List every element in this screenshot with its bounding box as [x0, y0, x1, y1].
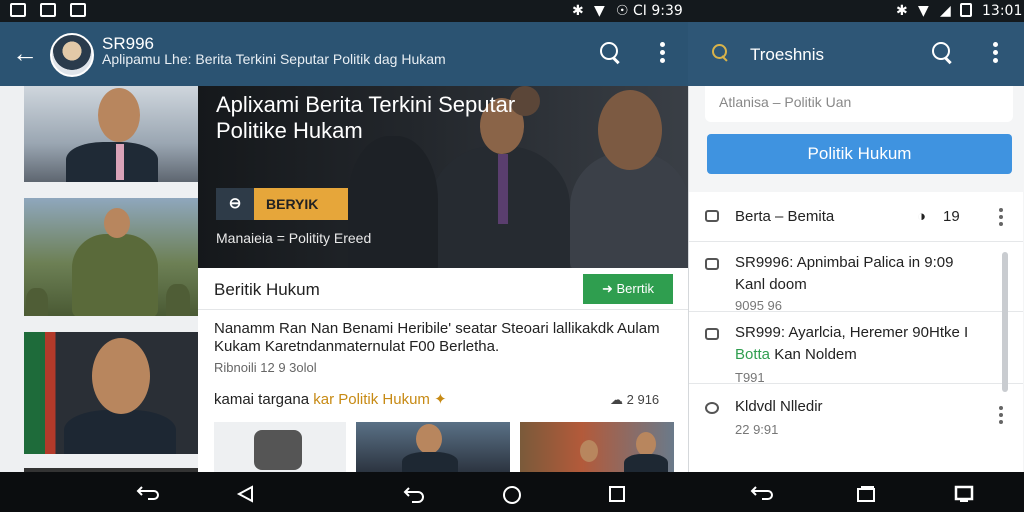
back-arrow-icon[interactable]: ← — [12, 40, 38, 66]
comment-icon: ☁ — [610, 392, 627, 407]
list-item[interactable]: SR9996: Apnimbai Palica in 9:09 Kanl doo… — [689, 242, 1023, 313]
news-thumbnail[interactable] — [24, 86, 198, 182]
article-button-label: Berrtik — [616, 281, 655, 296]
news-thumbnail[interactable] — [24, 198, 198, 316]
list-item-subtitle: Kanl doom — [735, 276, 807, 293]
hero-button[interactable]: ⊖ BERYIK — [216, 188, 348, 220]
navigation-bar — [0, 472, 1024, 512]
wifi-icon: ▼ — [918, 3, 929, 19]
lock-icon: ⊖ — [216, 188, 254, 220]
right-panel-title: Troeshnis — [750, 45, 825, 64]
list-item[interactable]: Berta – Bemita ◑ 19 — [689, 192, 1023, 242]
image-icon — [10, 3, 26, 17]
right-app-bar — [688, 22, 1024, 86]
back-triangle-icon[interactable] — [236, 485, 256, 503]
info-icon — [705, 402, 719, 414]
screen: ✱ ▼ ☉ CI 9:39 ✱ ▼ ◢ 13:01 ← SR996 Aplipa… — [0, 0, 1024, 512]
avatar[interactable] — [50, 33, 94, 77]
scrollbar[interactable] — [1002, 252, 1008, 392]
image-icon — [70, 3, 86, 17]
article-image[interactable] — [520, 422, 674, 472]
article-body: Nanamm Ran Nan Benami Heribile' seatar S… — [214, 320, 660, 355]
hero-title: Aplixami Berita Terkini Seputar Politike… — [216, 92, 516, 143]
more-vert-icon[interactable] — [999, 208, 1003, 229]
list-item-title: Berta – Bemita — [735, 208, 835, 225]
back-nav-icon[interactable] — [750, 485, 774, 501]
thumbnail-list — [0, 86, 198, 478]
search-icon[interactable] — [712, 44, 730, 62]
more-vert-icon[interactable] — [660, 42, 666, 64]
status-bar: ✱ ▼ ☉ CI 9:39 ✱ ▼ ◢ 13:01 — [0, 0, 1024, 22]
article-button[interactable]: ➜ Berrtik — [583, 274, 673, 304]
search-icon[interactable] — [600, 42, 622, 64]
list-item-title: SR9996: Apnimbai Palica in 9:09 — [735, 254, 954, 271]
battery-icon — [960, 3, 972, 17]
vibrate-icon: ✱ — [896, 3, 908, 19]
wifi-icon: ▼ — [594, 3, 605, 19]
screen-icon[interactable] — [954, 485, 974, 503]
list-item-count: 19 — [943, 208, 960, 225]
more-vert-icon[interactable] — [993, 42, 999, 64]
tagline-accent[interactable]: kar Politik Hukum — [313, 391, 430, 408]
comment-count[interactable]: ☁ 2 916 — [610, 392, 659, 408]
home-icon[interactable] — [502, 485, 522, 505]
view-icon: ◑ — [917, 208, 927, 225]
search-field[interactable]: Atlanisa – Politik Uan — [705, 86, 1013, 122]
folder-icon — [705, 210, 719, 222]
message-icon — [705, 258, 719, 270]
status-center-text: ☉ CI 9:39 — [616, 3, 683, 19]
list-item-meta: 9095 96 — [735, 298, 782, 313]
hero-button-label: BERYIK — [266, 196, 319, 212]
more-vert-icon[interactable] — [999, 406, 1003, 427]
article-meta: Ribnoili 12 9 3olol — [214, 360, 317, 375]
hero-banner[interactable]: Aplixami Berita Terkini Seputar Politike… — [198, 86, 688, 268]
news-list: Berta – Bemita ◑ 19 SR9996: Apnimbai Pal… — [689, 192, 1023, 472]
back-nav-icon[interactable] — [136, 485, 160, 501]
tagline-prefix: kamai targana — [214, 391, 310, 408]
article-image[interactable] — [356, 422, 510, 472]
window-icon[interactable] — [856, 485, 876, 503]
article-image[interactable] — [214, 422, 346, 472]
bluetooth-icon: ✱ — [572, 3, 584, 19]
article-title: Beritik Hukum — [214, 280, 320, 299]
list-item-subtitle: Botta Kan Noldem — [735, 346, 857, 363]
list-item[interactable]: Kldvdl Nlledir 22 9:91 — [689, 384, 1023, 454]
list-item-title: SR999: Ayarlcia, Heremer 90Htke I — [735, 324, 969, 341]
hero-caption: Manaieia = Politity Ereed — [216, 230, 372, 246]
list-item-title: Kldvdl Nlledir — [735, 398, 823, 415]
search-icon[interactable] — [932, 42, 954, 64]
clock: 13:01 — [982, 3, 1023, 19]
signal-icon: ◢ — [940, 3, 951, 19]
politik-hukum-button[interactable]: Politik Hukum — [707, 134, 1012, 174]
star-icon: ✦ — [434, 391, 447, 408]
list-item[interactable]: SR999: Ayarlcia, Heremer 90Htke I Botta … — [689, 312, 1023, 385]
article-card: Beritik Hukum ➜ Berrtik Nanamm Ran Nan B… — [198, 268, 688, 472]
return-icon[interactable] — [402, 485, 426, 503]
arrow-right-icon: ➜ — [601, 281, 617, 296]
comment-count-value: 2 916 — [626, 392, 660, 407]
app-bar: ← SR996 Aplipamu Lhe: Berita Terkini Sep… — [0, 22, 1024, 86]
news-thumbnail[interactable] — [24, 332, 198, 454]
app-subtitle: Aplipamu Lhe: Berita Terkini Seputar Pol… — [102, 51, 446, 67]
list-item-meta: 22 9:91 — [735, 422, 779, 437]
list-item-meta: T991 — [735, 370, 765, 385]
article-header: Beritik Hukum ➜ Berrtik — [198, 268, 688, 310]
image-icon — [40, 3, 56, 17]
article-tagline: kamai targana kar Politik Hukum ✦ — [214, 390, 447, 408]
right-panel: Atlanisa – Politik Uan Politik Hukum Ber… — [688, 86, 1024, 472]
message-icon — [705, 328, 719, 340]
recents-icon[interactable] — [608, 485, 626, 503]
